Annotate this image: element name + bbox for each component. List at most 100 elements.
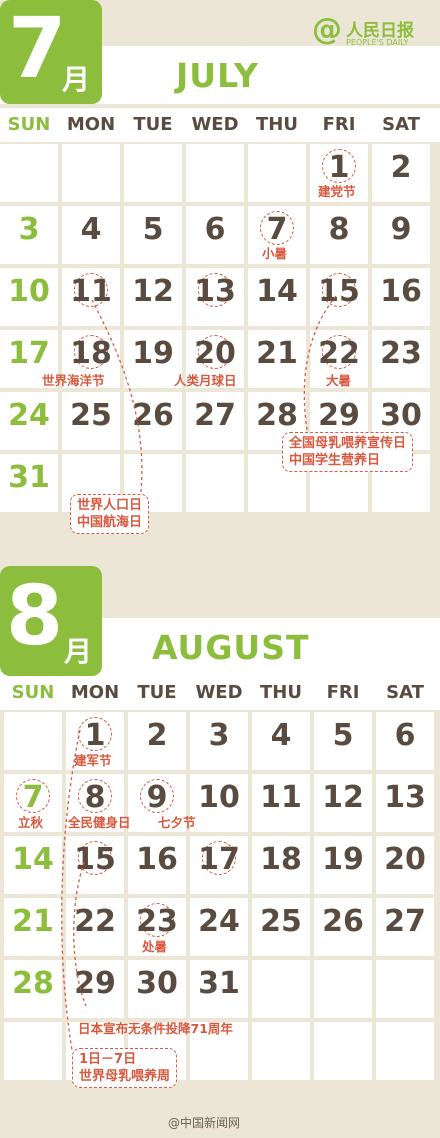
day-number: 5 (142, 212, 164, 247)
weekday-fri: FRI (322, 114, 356, 135)
july-badge-yue: 月 (62, 63, 91, 96)
day-number: 25 (260, 904, 302, 939)
empty-day-cell (252, 960, 310, 1018)
empty-day-cell (4, 1022, 62, 1080)
day-number: 29 (74, 966, 116, 1001)
august-note-breastfeeding-week: 1日－7日 世界母乳喂养周 (72, 1048, 178, 1088)
weekday-tue: TUE (133, 114, 173, 135)
day-number: 16 (380, 274, 422, 309)
note-student-nutrition: 中国学生营养日 (289, 453, 381, 468)
day-cell: 4 (62, 206, 120, 264)
weekday-fri: FRI (326, 682, 360, 703)
day-cell: 27 (376, 898, 434, 956)
day-cell: 3 (190, 712, 248, 770)
july-badge: 7 月 (0, 0, 102, 104)
note-week-range: 1日－7日 (79, 1052, 137, 1067)
day-cell: 6 (376, 712, 434, 770)
day-number: 27 (194, 398, 236, 433)
note-breastfeeding: 全国母乳喂养宣传日 (289, 436, 407, 451)
day-number: 11 (70, 274, 112, 309)
empty-day-cell (4, 712, 62, 770)
day-number: 27 (384, 904, 426, 939)
day-cell: 19 (314, 836, 372, 894)
august-month-name: AUGUST (152, 628, 310, 667)
day-number: 26 (132, 398, 174, 433)
empty-day-cell (0, 144, 58, 202)
day-number: 29 (318, 398, 360, 433)
day-number: 20 (194, 336, 236, 371)
weekday-tue: TUE (137, 682, 177, 703)
day-cell: 29 (66, 960, 124, 1018)
day-number: 3 (18, 212, 40, 247)
august-note-fitness-day: 全民健身日 (68, 815, 131, 830)
day-cell: 15 (66, 836, 124, 894)
august-note-autumn-begins: 立秋 (18, 815, 44, 830)
logo-english: PEOPLE'S DAILY (346, 38, 409, 47)
weekday-sun: SUN (11, 682, 55, 703)
august-badge: 8 月 (0, 566, 102, 676)
day-number: 28 (256, 398, 298, 433)
peoples-daily-logo: @ 人民日报 PEOPLE'S DAILY (312, 14, 432, 50)
day-number: 24 (198, 904, 240, 939)
day-cell: 30 (128, 960, 186, 1018)
august-calendar: 8 月 AUGUST SUN MON TUE WED THU FRI SAT 1… (0, 566, 440, 1138)
day-number: 23 (136, 904, 178, 939)
day-number: 17 (198, 842, 240, 877)
day-number: 10 (198, 780, 240, 815)
weekday-thu: THU (260, 682, 302, 703)
day-cell: 26 (124, 392, 182, 450)
july-calendar: 7 月 JULY @ 人民日报 PEOPLE'S DAILY SUN MON T… (0, 0, 440, 560)
day-cell: 5 (314, 712, 372, 770)
day-number: 22 (74, 904, 116, 939)
day-number: 7 (22, 780, 44, 815)
day-cell: 2 (372, 144, 430, 202)
day-number: 13 (384, 780, 426, 815)
day-number: 11 (260, 780, 302, 815)
empty-day-cell (186, 144, 244, 202)
weekday-sat: SAT (386, 682, 424, 703)
day-number: 8 (328, 212, 350, 247)
day-cell: 20 (376, 836, 434, 894)
day-number: 2 (146, 718, 168, 753)
august-note-army-day: 建军节 (74, 753, 112, 768)
day-cell: 11 (62, 268, 120, 326)
august-note-end-of-heat: 处暑 (142, 939, 168, 954)
weekday-thu: THU (256, 114, 298, 135)
day-cell: 11 (252, 774, 310, 832)
day-cell: 8 (310, 206, 368, 264)
day-cell: 10 (190, 774, 248, 832)
july-note-moon-day: 人类月球日 (174, 373, 237, 388)
weekday-mon: MON (66, 114, 116, 135)
day-number: 6 (204, 212, 226, 247)
day-number: 23 (380, 336, 422, 371)
day-cell: 16 (128, 836, 186, 894)
day-cell: 16 (372, 268, 430, 326)
empty-day-cell (124, 144, 182, 202)
july-note-minor-heat: 小暑 (262, 246, 288, 261)
day-cell: 21 (4, 898, 62, 956)
august-badge-number: 8 (6, 569, 64, 664)
day-number: 14 (12, 842, 54, 877)
day-number: 10 (8, 274, 50, 309)
day-cell: 26 (314, 898, 372, 956)
july-note-ocean-day: 世界海洋节 (42, 373, 105, 388)
day-number: 4 (270, 718, 292, 753)
day-cell: 21 (248, 330, 306, 388)
day-number: 12 (322, 780, 364, 815)
empty-day-cell (376, 1022, 434, 1080)
day-number: 18 (70, 336, 112, 371)
day-cell: 24 (190, 898, 248, 956)
weekday-wed: WED (191, 114, 239, 135)
day-cell: 17 (190, 836, 248, 894)
note-population-day: 世界人口日 (77, 498, 143, 513)
day-cell: 5 (124, 206, 182, 264)
day-number: 2 (390, 150, 412, 185)
day-number: 8 (84, 780, 106, 815)
day-number: 22 (318, 336, 360, 371)
day-cell: 31 (0, 454, 58, 512)
day-cell: 6 (186, 206, 244, 264)
day-number: 12 (132, 274, 174, 309)
note-navigation-day: 中国航海日 (77, 515, 143, 530)
day-number: 14 (256, 274, 298, 309)
day-cell: 23 (372, 330, 430, 388)
